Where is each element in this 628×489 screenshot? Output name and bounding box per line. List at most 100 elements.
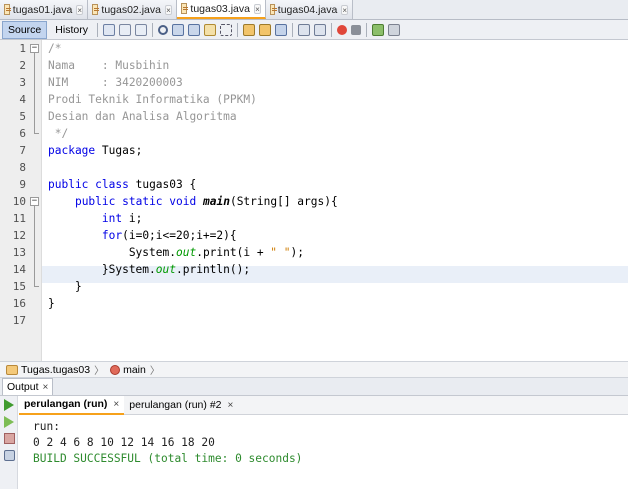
code-line: } bbox=[48, 297, 55, 310]
line-number: 15 bbox=[12, 280, 26, 293]
run-tab-label: perulangan (run) #2 bbox=[129, 399, 222, 411]
line-number: 2 bbox=[19, 59, 26, 72]
fold-end bbox=[34, 286, 39, 287]
fold-guide bbox=[34, 53, 35, 133]
toolbar-divider bbox=[330, 22, 332, 37]
output-panel-header: Output × bbox=[0, 378, 628, 396]
java-file-icon bbox=[270, 4, 277, 15]
select-icon[interactable] bbox=[219, 23, 232, 36]
toolbar-divider bbox=[291, 22, 293, 37]
breadcrumb: Tugas.tugas03 〉 main 〉 bbox=[0, 361, 628, 378]
code-line: Desian dan Analisa Algoritma bbox=[48, 110, 237, 123]
toolbar-divider bbox=[236, 22, 238, 37]
stop-icon[interactable] bbox=[4, 433, 15, 444]
previous-bookmark-icon[interactable] bbox=[242, 23, 255, 36]
output-action-sidebar bbox=[0, 396, 18, 489]
back-icon[interactable] bbox=[118, 23, 131, 36]
fold-guide bbox=[34, 206, 35, 286]
fold-toggle-icon[interactable]: − bbox=[30, 197, 39, 206]
find-icon[interactable] bbox=[157, 24, 168, 35]
code-line: public static void main(String[] args){ bbox=[74, 195, 338, 208]
run-tab-perulangan-2[interactable]: perulangan (run) #2 × bbox=[124, 396, 238, 415]
shift-left-icon[interactable] bbox=[297, 23, 310, 36]
file-tab-tugas03[interactable]: tugas03.java × bbox=[177, 0, 266, 19]
fold-end bbox=[34, 133, 39, 134]
file-tab-tugas01[interactable]: tugas01.java × bbox=[0, 0, 88, 19]
line-number: 8 bbox=[19, 161, 26, 174]
output-panel-title: Output bbox=[7, 381, 39, 393]
code-line: */ bbox=[48, 127, 69, 140]
find-next-icon[interactable] bbox=[187, 23, 200, 36]
java-file-icon bbox=[181, 3, 189, 14]
next-bookmark-icon[interactable] bbox=[258, 23, 271, 36]
line-number: 7 bbox=[19, 144, 26, 157]
chevron-right-icon: 〉 bbox=[149, 366, 160, 377]
breadcrumb-class[interactable]: Tugas.tugas03 〉 bbox=[0, 362, 104, 377]
line-number: 14 bbox=[12, 263, 26, 276]
run-tab-perulangan[interactable]: perulangan (run) × bbox=[19, 395, 125, 415]
toolbar-divider bbox=[365, 22, 367, 37]
breadcrumb-method[interactable]: main 〉 bbox=[104, 362, 160, 377]
close-icon[interactable]: × bbox=[253, 3, 261, 14]
line-number: 11 bbox=[12, 212, 26, 225]
line-number: 17 bbox=[12, 314, 26, 327]
file-tab-label: tugas04.java bbox=[277, 3, 338, 16]
close-icon[interactable]: × bbox=[228, 400, 234, 411]
build-status-line: BUILD SUCCESSFUL (total time: 0 seconds) bbox=[33, 452, 303, 465]
close-icon[interactable]: × bbox=[164, 4, 172, 15]
output-line: run: bbox=[33, 420, 60, 433]
history-view-button[interactable]: History bbox=[49, 21, 94, 39]
line-number: 4 bbox=[19, 93, 26, 106]
toggle-highlight-icon[interactable] bbox=[203, 23, 216, 36]
java-file-icon bbox=[4, 4, 11, 15]
file-tab-tugas04[interactable]: tugas04.java × bbox=[266, 0, 353, 19]
toolbar-divider bbox=[96, 22, 98, 37]
line-number: 16 bbox=[12, 297, 26, 310]
line-number: 10 bbox=[12, 195, 26, 208]
start-macro-icon[interactable] bbox=[336, 24, 347, 35]
code-line: System.out.print(i + " "); bbox=[48, 246, 304, 259]
toggle-bookmark-icon[interactable] bbox=[274, 23, 287, 36]
line-number: 9 bbox=[19, 178, 26, 191]
close-icon[interactable]: × bbox=[76, 4, 83, 15]
settings-icon[interactable] bbox=[4, 450, 15, 461]
breadcrumb-method-label: main bbox=[123, 363, 146, 376]
line-number: 12 bbox=[12, 229, 26, 242]
code-line: } bbox=[48, 280, 82, 293]
close-icon[interactable]: × bbox=[113, 399, 119, 410]
class-icon bbox=[6, 364, 18, 375]
run-tab-label: perulangan (run) bbox=[24, 398, 108, 410]
fold-toggle-icon[interactable]: − bbox=[30, 44, 39, 53]
shift-right-icon[interactable] bbox=[313, 23, 326, 36]
file-tab-label: tugas03.java bbox=[190, 2, 250, 15]
line-number: 3 bbox=[19, 76, 26, 89]
line-number: 5 bbox=[19, 110, 26, 123]
code-line: Nama : Musbihin bbox=[48, 59, 170, 72]
find-previous-icon[interactable] bbox=[171, 23, 184, 36]
rerun-icon[interactable] bbox=[4, 399, 14, 411]
close-icon[interactable]: × bbox=[43, 382, 49, 393]
forward-icon[interactable] bbox=[134, 23, 147, 36]
output-panel-tab[interactable]: Output × bbox=[2, 378, 54, 395]
file-tab-tugas02[interactable]: tugas02.java × bbox=[88, 0, 177, 19]
file-tab-label: tugas02.java bbox=[101, 3, 161, 16]
run-tab-bar: perulangan (run) × perulangan (run) #2 × bbox=[19, 395, 628, 415]
output-line: 0 2 4 6 8 10 12 14 16 18 20 bbox=[33, 436, 215, 449]
code-editor[interactable]: 1 2 3 4 5 6 7 8 9 10 11 12 13 14 15 16 1… bbox=[0, 40, 628, 361]
line-number-gutter: 1 2 3 4 5 6 7 8 9 10 11 12 13 14 15 16 1… bbox=[0, 40, 42, 361]
code-line: int i; bbox=[101, 212, 143, 225]
comment-icon[interactable] bbox=[371, 23, 384, 36]
line-number: 1 bbox=[19, 42, 26, 55]
source-view-button[interactable]: Source bbox=[2, 20, 48, 39]
file-tab-bar: tugas01.java × tugas02.java × tugas03.ja… bbox=[0, 0, 628, 20]
rerun-with-different-parameters-icon[interactable] bbox=[4, 416, 14, 428]
last-edit-icon[interactable] bbox=[102, 23, 115, 36]
java-file-icon bbox=[92, 4, 100, 15]
line-number: 13 bbox=[12, 246, 26, 259]
stop-macro-icon[interactable] bbox=[350, 24, 361, 35]
uncomment-icon[interactable] bbox=[387, 23, 400, 36]
output-console[interactable]: run: 0 2 4 6 8 10 12 14 16 18 20 BUILD S… bbox=[19, 415, 628, 489]
close-icon[interactable]: × bbox=[341, 4, 348, 15]
